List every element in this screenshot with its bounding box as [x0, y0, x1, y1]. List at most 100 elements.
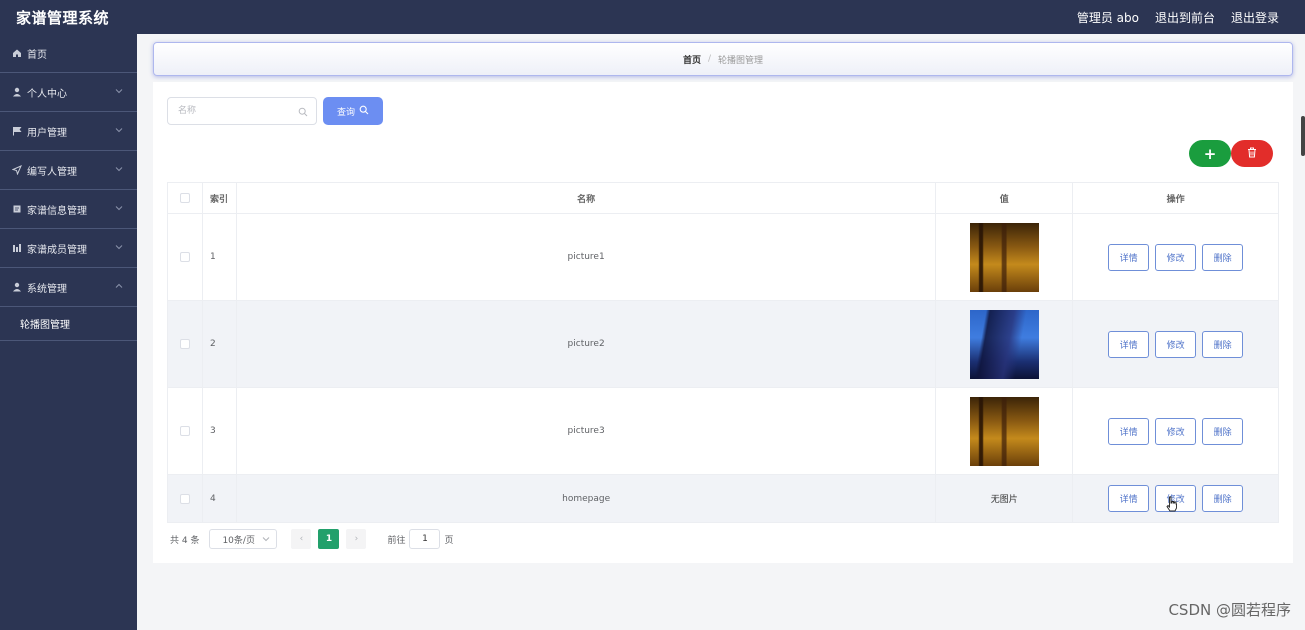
- header-ops: 操作: [1073, 183, 1279, 214]
- delete-button[interactable]: 删除: [1202, 330, 1244, 358]
- table-row: 4 homepage 无图片 详情 修改 删除: [168, 475, 1279, 523]
- row-checkbox[interactable]: [179, 426, 190, 436]
- row-checkbox[interactable]: [179, 493, 190, 504]
- edit-button[interactable]: 修改: [1155, 417, 1197, 445]
- prev-page-button[interactable]: ‹: [291, 529, 312, 549]
- row-index: 1: [202, 214, 237, 301]
- scrollbar-thumb[interactable]: [1301, 116, 1305, 156]
- table-row: 2 picture2 详情 修改 删除: [168, 301, 1279, 388]
- next-page-button[interactable]: ›: [346, 529, 367, 549]
- sidebar: 首页 个人中心 用户管理 编写人管理 家谱信息管理 家谱成员管理 系统管理 轮播…: [0, 34, 137, 630]
- row-index: 2: [202, 301, 237, 388]
- goto-page-input[interactable]: [409, 529, 441, 549]
- sidebar-item-home[interactable]: 首页: [0, 34, 137, 73]
- search-input[interactable]: [168, 98, 288, 124]
- page-size-value: 10条/页: [222, 535, 255, 546]
- page-size-select[interactable]: 10条/页: [209, 529, 278, 549]
- batch-delete-button[interactable]: [1231, 140, 1273, 167]
- pagination-total: 共 4 条: [170, 535, 200, 546]
- content-panel: 查询 + 索引 名称 值 操作: [153, 82, 1293, 563]
- row-name: picture2: [236, 301, 937, 388]
- row-thumbnail: [969, 309, 1039, 379]
- row-thumbnail: [969, 222, 1039, 292]
- sidebar-item-label: 首页: [27, 49, 47, 61]
- header-value: 值: [936, 183, 1074, 214]
- row-name: homepage: [236, 475, 937, 523]
- sidebar-item-label: 家谱成员管理: [27, 244, 87, 256]
- sidebar-item-label: 系统管理: [27, 283, 67, 295]
- table-row: 3 picture3 详情 修改 删除: [168, 388, 1279, 475]
- row-checkbox[interactable]: [179, 339, 190, 349]
- chevron-down-icon: [262, 535, 270, 545]
- sidebar-item-label: 用户管理: [27, 127, 67, 139]
- plus-icon: +: [1203, 144, 1217, 163]
- top-links: 管理员 abo 退出到前台 退出登录: [1077, 9, 1279, 26]
- chevron-down-icon: [115, 86, 123, 97]
- chevron-down-icon: [115, 125, 123, 136]
- hand-cursor-icon: [1166, 496, 1178, 515]
- goto-suffix: 页: [444, 535, 454, 546]
- select-all-checkbox[interactable]: [179, 193, 190, 203]
- top-bar: 家谱管理系统 管理员 abo 退出到前台 退出登录: [0, 0, 1305, 34]
- sidebar-item-genealogy-members[interactable]: 家谱成员管理: [0, 229, 137, 268]
- front-link[interactable]: 退出到前台: [1155, 9, 1215, 26]
- breadcrumb-current: 轮播图管理: [718, 55, 764, 66]
- data-table: 索引 名称 值 操作 1 picture1 详情 修改 删除 2 picture…: [167, 182, 1279, 523]
- table-header-row: 索引 名称 值 操作: [168, 183, 1279, 214]
- bar-chart-icon: [10, 243, 24, 253]
- sidebar-item-genealogy-info[interactable]: 家谱信息管理: [0, 190, 137, 229]
- delete-button[interactable]: 删除: [1202, 243, 1244, 271]
- admin-label: 管理员 abo: [1076, 10, 1139, 25]
- detail-button[interactable]: 详情: [1108, 243, 1150, 271]
- detail-button[interactable]: 详情: [1108, 417, 1150, 445]
- search-icon: [298, 106, 308, 120]
- breadcrumb: 首页 / 轮播图管理: [153, 42, 1293, 76]
- row-index: 4: [202, 475, 237, 523]
- sidebar-item-writers[interactable]: 编写人管理: [0, 151, 137, 190]
- page-number-current[interactable]: 1: [318, 529, 340, 549]
- search-box: [167, 97, 317, 125]
- user-icon: [10, 87, 24, 97]
- user-icon: [10, 282, 24, 292]
- chevron-up-icon: [115, 281, 123, 292]
- pagination: 共 4 条 10条/页 ‹ 1 › 前往 页: [170, 529, 453, 549]
- query-button-label: 查询: [336, 107, 355, 118]
- document-icon: [10, 204, 24, 214]
- chevron-down-icon: [115, 242, 123, 253]
- edit-button[interactable]: 修改: [1155, 243, 1197, 271]
- table-row: 1 picture1 详情 修改 删除: [168, 214, 1279, 301]
- add-button[interactable]: +: [1189, 140, 1231, 167]
- delete-button[interactable]: 删除: [1202, 417, 1244, 445]
- watermark: CSDN @圆若程序: [1168, 601, 1291, 619]
- row-name: picture3: [236, 388, 937, 475]
- sidebar-item-label: 家谱信息管理: [27, 205, 87, 217]
- header-name: 名称: [236, 183, 937, 214]
- sidebar-item-label: 个人中心: [27, 88, 67, 100]
- search-icon: [359, 105, 369, 118]
- query-button[interactable]: 查询: [323, 97, 383, 125]
- sidebar-subitem-carousel[interactable]: 轮播图管理: [0, 307, 137, 341]
- row-checkbox[interactable]: [179, 252, 190, 262]
- header-checkbox-cell: [168, 183, 203, 214]
- sidebar-item-users[interactable]: 用户管理: [0, 112, 137, 151]
- detail-button[interactable]: 详情: [1108, 485, 1150, 512]
- sidebar-item-system[interactable]: 系统管理: [0, 268, 137, 307]
- sidebar-item-label: 编写人管理: [27, 166, 77, 178]
- row-index: 3: [202, 388, 237, 475]
- edit-button[interactable]: 修改: [1155, 330, 1197, 358]
- goto-label: 前往: [387, 535, 406, 546]
- home-icon: [10, 48, 24, 58]
- delete-button[interactable]: 删除: [1202, 485, 1244, 512]
- row-value-text: 无图片: [936, 475, 1074, 523]
- sidebar-item-personal[interactable]: 个人中心: [0, 73, 137, 112]
- flag-icon: [10, 126, 24, 136]
- main-content: 首页 / 轮播图管理 查询 +: [137, 34, 1305, 630]
- detail-button[interactable]: 详情: [1108, 330, 1150, 358]
- chevron-down-icon: [115, 164, 123, 175]
- app-title: 家谱管理系统: [16, 8, 110, 27]
- goto-page: 前往 页: [387, 529, 453, 549]
- logout-link[interactable]: 退出登录: [1231, 9, 1279, 26]
- chevron-down-icon: [115, 203, 123, 214]
- breadcrumb-home[interactable]: 首页: [683, 53, 701, 66]
- send-icon: [10, 165, 24, 175]
